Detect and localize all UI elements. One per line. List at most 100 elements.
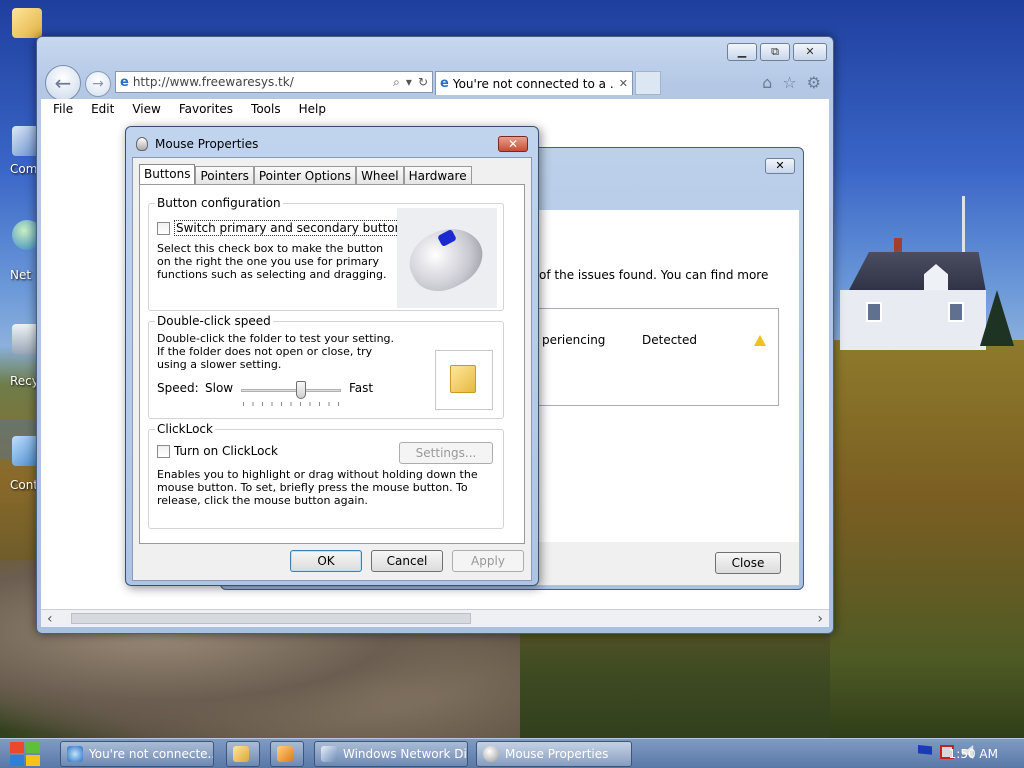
checkbox-label[interactable]: Switch primary and secondary buttons	[174, 220, 411, 236]
checkbox-label[interactable]: Turn on ClickLock	[174, 444, 278, 458]
house-window	[866, 302, 882, 322]
tab-pointers[interactable]: Pointers	[195, 166, 254, 186]
slow-label: Slow	[205, 381, 234, 395]
gear-icon[interactable]: ⚙	[807, 73, 821, 92]
desktop-icon-folder[interactable]	[0, 8, 42, 38]
windows-logo-quadrant	[10, 755, 24, 766]
folder-icon	[450, 365, 476, 393]
taskbar-item-mouse-properties[interactable]: Mouse Properties	[476, 741, 632, 767]
tab-title: You're not connected to a ...	[452, 76, 615, 91]
ie-caption-buttons: ▁ ⧉ ✕	[727, 43, 827, 61]
group-title: ClickLock	[155, 422, 215, 436]
group-title: Double-click speed	[155, 314, 273, 328]
new-tab-button[interactable]	[635, 71, 661, 95]
windows-logo-quadrant	[10, 742, 24, 753]
action-center-flag-icon[interactable]	[918, 745, 932, 755]
minimize-button[interactable]: ▁	[727, 43, 757, 61]
house-window	[948, 302, 964, 322]
close-button[interactable]: ✕	[793, 43, 827, 61]
network-diagnostics-icon	[321, 746, 337, 762]
desktop-icon-label: Com	[10, 162, 38, 176]
netdiag-message: of the issues found. You can find more	[539, 268, 769, 282]
desktop-icon-network[interactable]: Net	[0, 220, 42, 282]
settings-button[interactable]: Settings...	[399, 442, 493, 464]
desktop-icon-computer[interactable]: Com	[0, 126, 42, 176]
netdiag-close-button[interactable]: ✕	[765, 158, 795, 174]
address-bar[interactable]: e http://www.freewaresys.tk/ ⌕ ▾ ↻	[115, 71, 433, 93]
desktop-icon-recycle-bin[interactable]: Recy	[0, 324, 42, 388]
maximize-button[interactable]: ⧉	[760, 43, 790, 61]
issue-name[interactable]: periencing	[542, 333, 605, 347]
home-icon[interactable]: ⌂	[762, 73, 772, 92]
scroll-right-icon[interactable]: ›	[817, 611, 823, 627]
clock[interactable]: 1:50 AM	[949, 747, 998, 761]
double-click-speed-group: Double-click speed Double-click the fold…	[148, 314, 504, 419]
refresh-icon[interactable]: ↻	[418, 75, 428, 90]
cancel-button[interactable]: Cancel	[371, 550, 443, 572]
back-button[interactable]: ←	[45, 65, 81, 101]
switch-buttons-checkbox-row[interactable]: Switch primary and secondary buttons	[157, 220, 411, 236]
windows-logo-quadrant	[26, 742, 40, 753]
clicklock-checkbox[interactable]	[157, 444, 170, 458]
test-folder[interactable]	[435, 350, 493, 410]
taskbar-item-label: Windows Network Di...	[343, 747, 468, 761]
taskbar-item-network-diagnostics[interactable]: Windows Network Di...	[314, 741, 468, 767]
menu-file[interactable]: File	[53, 102, 73, 116]
mouse-image	[397, 208, 497, 308]
tab-close-icon[interactable]: ✕	[619, 77, 628, 90]
dialog-client: Buttons Pointers Pointer Options Wheel H…	[132, 157, 532, 581]
desktop-icon-control-panel[interactable]: Contro	[0, 436, 50, 492]
desktop-icon-label: Net	[10, 268, 32, 282]
warning-icon	[754, 335, 766, 346]
tab-buttons[interactable]: Buttons	[139, 164, 196, 186]
scroll-left-icon[interactable]: ‹	[47, 611, 53, 627]
ie-page-icon: e	[120, 74, 129, 90]
tab-pointer-options[interactable]: Pointer Options	[253, 166, 357, 186]
dropdown-icon[interactable]: ▾	[406, 75, 412, 90]
horizontal-scrollbar[interactable]: ‹ ›	[41, 609, 829, 627]
menu-tools[interactable]: Tools	[251, 102, 281, 116]
dialog-close-button[interactable]: ✕	[498, 136, 528, 152]
speed-slider-ticks	[243, 402, 339, 406]
taskbar-item-explorer[interactable]	[226, 741, 260, 767]
menu-edit[interactable]: Edit	[91, 102, 114, 116]
tab-hardware[interactable]: Hardware	[403, 166, 472, 186]
double-click-description: Double-click the folder to test your set…	[157, 332, 395, 371]
ok-button[interactable]: OK	[290, 550, 362, 572]
scrollbar-thumb[interactable]	[71, 613, 471, 624]
start-button[interactable]	[8, 741, 42, 767]
taskbar-item-label: Mouse Properties	[505, 747, 609, 761]
desktop-wallpaper-grass	[830, 340, 1024, 740]
mouse-body	[399, 216, 493, 302]
address-text[interactable]: http://www.freewaresys.tk/	[133, 75, 389, 89]
clicklock-checkbox-row[interactable]: Turn on ClickLock	[157, 444, 278, 458]
menu-view[interactable]: View	[132, 102, 160, 116]
windows-logo-quadrant	[26, 755, 40, 766]
speed-slider-thumb[interactable]	[296, 381, 306, 399]
taskbar-item-media-player[interactable]	[270, 741, 304, 767]
buttons-tab-panel: Button configuration Switch primary and …	[139, 184, 525, 544]
speed-label: Speed:	[157, 381, 199, 395]
ie-icon	[67, 746, 83, 762]
desktop-icon-label: Recy	[10, 374, 39, 388]
speed-slider-track[interactable]	[241, 389, 341, 392]
menu-favorites[interactable]: Favorites	[179, 102, 233, 116]
taskbar: You're not connecte... Windows Network D…	[0, 738, 1024, 768]
apply-button[interactable]: Apply	[452, 550, 524, 572]
folder-icon	[233, 746, 249, 762]
folder-icon	[12, 8, 42, 38]
tab-wheel[interactable]: Wheel	[356, 166, 404, 186]
house-wall	[840, 290, 986, 350]
ie-page-icon: e	[440, 76, 449, 91]
menu-help[interactable]: Help	[299, 102, 326, 116]
issue-status: Detected	[642, 333, 698, 347]
search-icon[interactable]: ⌕	[393, 75, 400, 90]
clicklock-description: Enables you to highlight or drag without…	[157, 468, 478, 507]
forward-button[interactable]: →	[85, 71, 111, 97]
switch-buttons-checkbox[interactable]	[157, 221, 170, 235]
browser-tab[interactable]: e You're not connected to a ... ✕	[435, 71, 633, 95]
favorites-star-icon[interactable]: ☆	[782, 73, 796, 92]
taskbar-item-ie[interactable]: You're not connecte...	[60, 741, 214, 767]
close-button[interactable]: Close	[715, 552, 781, 574]
button-config-description: Select this check box to make the button…	[157, 242, 387, 281]
